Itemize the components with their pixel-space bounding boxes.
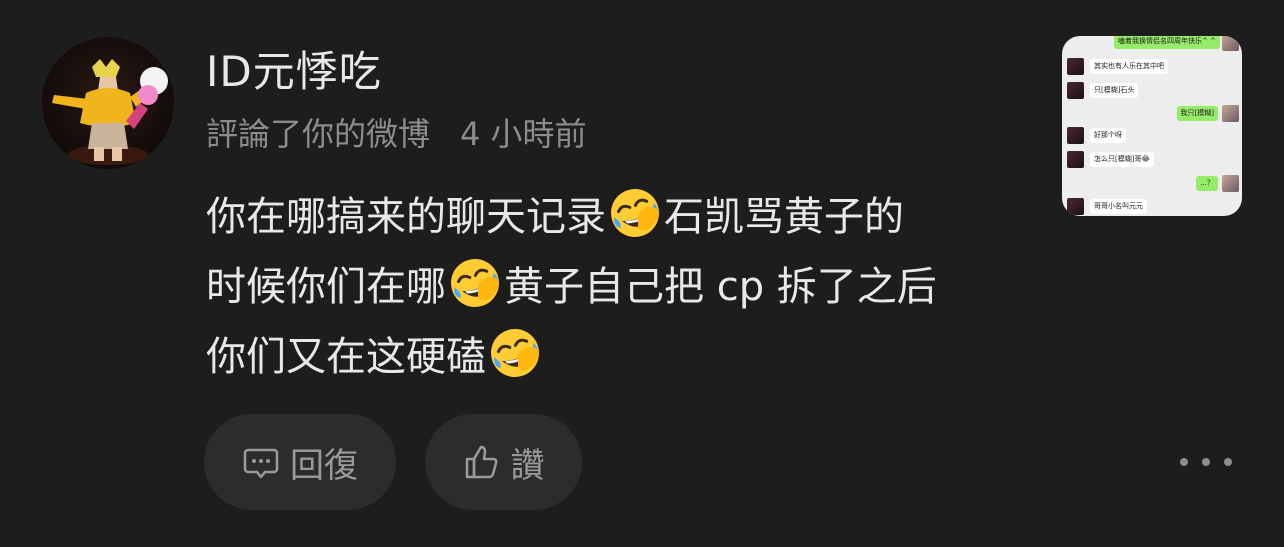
chat-message: 怎么只[模糊]哥😂 [1062, 149, 1242, 169]
dot [1202, 458, 1210, 466]
content-text: 你们又在这硬磕 [206, 334, 486, 380]
chat-message: 好那个呀 [1062, 125, 1242, 145]
chat-message: 我只[模糊] [1062, 103, 1242, 123]
username[interactable]: ID元悸吃 [206, 44, 382, 100]
reply-label: 回復 [290, 445, 358, 486]
chat-bubble: 好那个呀 [1090, 128, 1126, 143]
chat-message: 嗑着我换情侣名四周年快乐^ ^ [1062, 36, 1242, 56]
chat-avatar [1067, 127, 1084, 144]
chat-bubble: 哥哥小名叫元元 [1090, 199, 1147, 214]
chat-avatar [1222, 105, 1239, 122]
chat-avatar [1067, 82, 1084, 99]
content-text: 黄子自己把 cp 拆了之后 [504, 264, 937, 310]
chat-message: 其实也有人乐在其中吧 [1062, 56, 1242, 76]
comment-meta: 評論了你的微博 4 小時前 [206, 112, 587, 156]
attached-image-thumbnail[interactable]: 嗑着我换情侣名四周年快乐^ ^ 其实也有人乐在其中吧 只[模糊]石头 我只[模糊… [1062, 36, 1242, 216]
content-text: 石凯骂黄子的 [664, 194, 904, 240]
avatar-performer-image [52, 59, 168, 165]
chat-bubble: 只[模糊]石头 [1090, 83, 1139, 98]
chat-bubble: 嗑着我换情侣名四周年快乐^ ^ [1114, 36, 1220, 49]
chat-avatar [1067, 198, 1084, 215]
chat-message: ...？ [1062, 173, 1242, 193]
like-button[interactable]: 讚 [425, 414, 582, 510]
content-text: 时候你们在哪 [206, 264, 446, 310]
chat-avatar [1222, 175, 1239, 192]
reply-button[interactable]: 回復 [204, 414, 396, 510]
chat-bubble: ...？ [1196, 176, 1218, 191]
timestamp: 4 小時前 [460, 115, 587, 153]
user-avatar[interactable] [42, 37, 174, 169]
content-line: 你们又在这硬磕 [206, 322, 1026, 392]
comment-content: 你在哪搞来的聊天记录 石凯骂黄子的 时候你们在哪 黄子自己把 cp 拆了之后 你… [206, 182, 1026, 392]
chat-bubble: 我只[模糊] [1176, 106, 1218, 121]
chat-avatar [1222, 36, 1239, 51]
content-text: 你在哪搞来的聊天记录 [206, 194, 606, 240]
rolling-on-floor-laughing-emoji-icon [488, 326, 542, 380]
chat-bubble: 其实也有人乐在其中吧 [1090, 59, 1168, 74]
dot [1180, 458, 1188, 466]
chat-avatar [1067, 58, 1084, 75]
content-line: 时候你们在哪 黄子自己把 cp 拆了之后 [206, 252, 1026, 322]
chat-message: 只[模糊]石头 [1062, 80, 1242, 100]
action-text: 評論了你的微博 [206, 115, 431, 153]
dot [1224, 458, 1232, 466]
like-label: 讚 [510, 445, 545, 486]
rolling-on-floor-laughing-emoji-icon [448, 256, 502, 310]
content-line: 你在哪搞来的聊天记录 石凯骂黄子的 [206, 182, 1026, 252]
more-dots-icon[interactable] [1180, 446, 1232, 478]
chat-avatar [1067, 151, 1084, 168]
comment-bubble-icon [242, 443, 280, 481]
chat-message: 哥哥小名叫元元 [1062, 196, 1242, 216]
comment-card: ID元悸吃 評論了你的微博 4 小時前 你在哪搞来的聊天记录 石凯骂黄子的 时候… [0, 0, 1284, 547]
rolling-on-floor-laughing-emoji-icon [608, 186, 662, 240]
chat-bubble: 怎么只[模糊]哥😂 [1090, 152, 1154, 167]
thumbs-up-icon [463, 443, 501, 481]
